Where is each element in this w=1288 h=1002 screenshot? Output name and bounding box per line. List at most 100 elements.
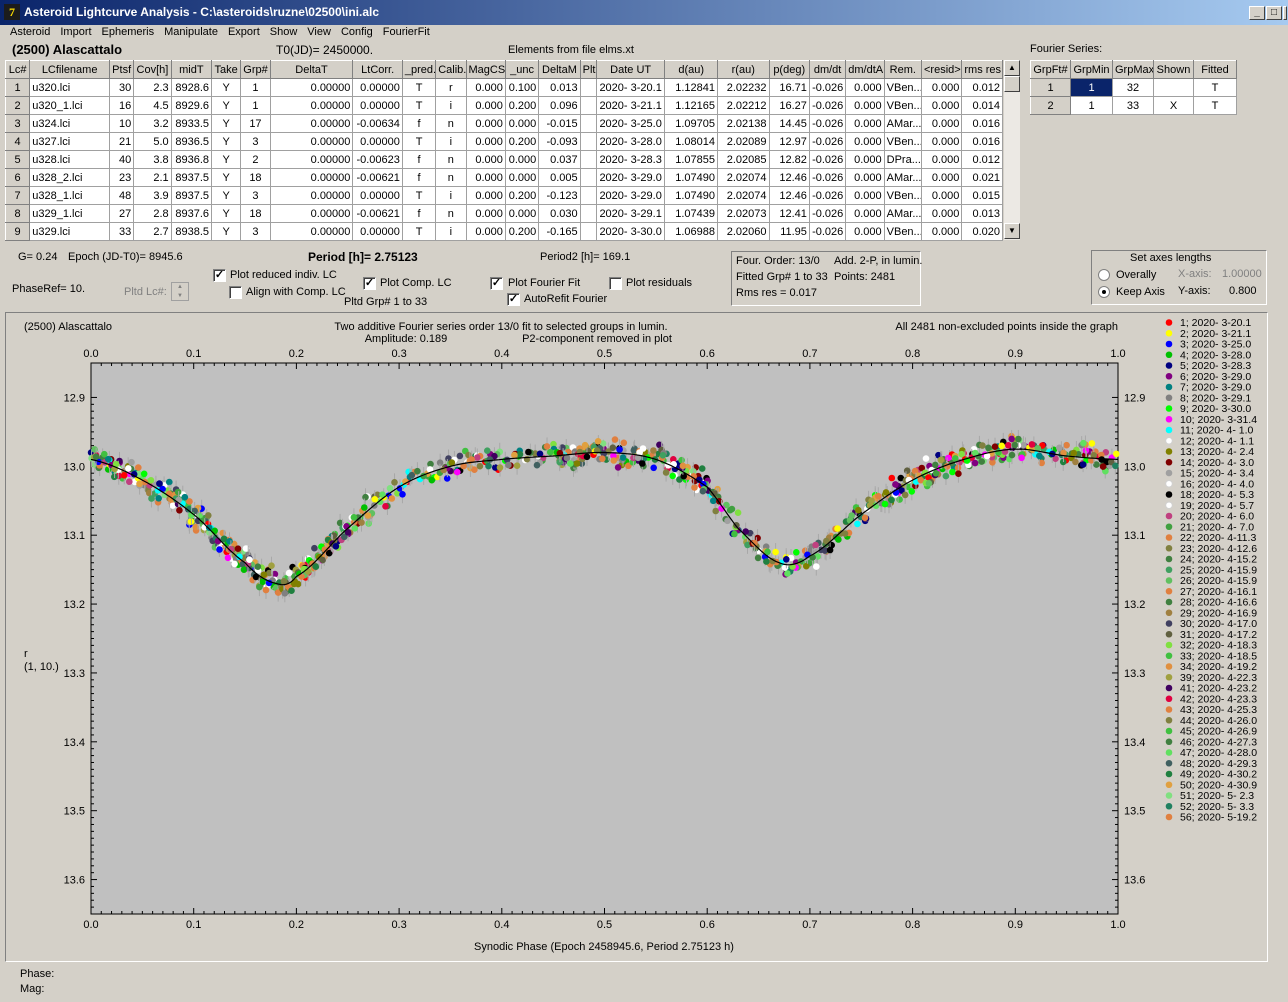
table-cell[interactable]: 0.012 [961,78,1003,97]
table-cell[interactable]: AMar... [883,204,923,223]
fourier-series-table[interactable]: GrpFt# GrpMin GrpMax Shown Fitted 1 1 32 T 2 1 33 X… [1030,60,1237,115]
table-cell[interactable]: 12.97 [768,132,810,151]
column-header[interactable]: _unc [504,60,540,79]
table-cell[interactable]: 0.00000 [269,132,354,151]
column-header[interactable]: DeltaT [269,60,354,79]
table-cell[interactable]: 0.013 [538,78,581,97]
table-cell[interactable]: 0.000 [465,132,506,151]
table-scrollbar[interactable]: ▲ ▼ [1003,60,1020,240]
table-cell[interactable]: 2 [240,150,271,169]
table-cell[interactable]: 0.000 [845,114,885,133]
table-cell[interactable]: 2020- 3-20.1 [595,78,666,97]
table-cell[interactable]: 0.000 [920,204,963,223]
table-cell[interactable]: 23 [109,168,135,187]
table-cell[interactable]: 16.71 [768,78,810,97]
table-cell[interactable]: n [435,204,467,223]
column-header[interactable]: DeltaM [538,60,581,79]
table-cell[interactable]: f [401,168,437,187]
fourier-cell[interactable]: 1 [1070,96,1113,115]
lightcurve-plot-area[interactable]: (2500) Alascattalo Two additive Fourier … [5,312,1268,962]
pltd-lc-spinner[interactable]: ▲ ▼ [171,282,189,301]
table-cell[interactable]: 5.0 [133,132,172,151]
column-header[interactable]: Rem. [883,60,923,79]
menu-show[interactable]: Show [265,25,303,38]
table-cell[interactable]: 4.5 [133,96,172,115]
table-cell[interactable]: 1.08014 [664,132,718,151]
table-cell[interactable]: 0.200 [504,222,540,241]
table-row[interactable]: 6 u328_2.lci 23 2.1 8937.5 Y 18 0.00000 -0.00621… [4,168,1003,187]
table-cell[interactable]: 33 [109,222,135,241]
table-cell[interactable]: 0.00000 [269,78,354,97]
column-header[interactable]: LtCorr. [352,60,403,79]
table-cell[interactable]: 12.41 [768,204,810,223]
fourier-column-header[interactable]: Shown [1153,60,1194,79]
table-cell[interactable]: 8929.6 [170,96,213,115]
table-cell[interactable]: 12.46 [768,168,810,187]
table-cell[interactable]: AMar... [883,168,923,187]
table-cell[interactable]: T [401,78,437,97]
column-header[interactable]: MagCS [465,60,506,79]
table-cell[interactable]: 0.000 [845,222,885,241]
table-cell[interactable]: 0.021 [961,168,1003,187]
table-cell[interactable]: Y [211,96,242,115]
table-cell[interactable]: 2.02074 [717,168,770,187]
table-cell[interactable]: 1.07490 [664,186,718,205]
menu-manipulate[interactable]: Manipulate [159,25,223,38]
table-cell[interactable]: u320_1.lci [29,96,111,115]
column-header[interactable]: midT [170,60,213,79]
table-cell[interactable]: 0.000 [504,168,540,187]
plot-fourier-checkbox[interactable]: ✓ [490,277,503,290]
menu-asteroid[interactable]: Asteroid [0,25,55,38]
table-cell[interactable]: -0.00623 [352,150,403,169]
table-cell[interactable]: 2020- 3-29.0 [595,168,666,187]
table-cell[interactable]: -0.123 [538,186,581,205]
table-cell[interactable]: 2020- 3-29.1 [595,204,666,223]
table-cell[interactable]: T [401,222,437,241]
table-cell[interactable]: VBen... [883,96,923,115]
table-row[interactable]: 4 u327.lci 21 5.0 8936.5 Y 3 0.00000 0.00000 Ti 0.… [4,132,1003,151]
column-header[interactable]: Take [211,60,242,79]
table-cell[interactable]: 0.000 [465,186,506,205]
table-cell[interactable]: 12.82 [768,150,810,169]
row-number[interactable]: 5 [4,150,31,169]
row-number[interactable]: 3 [4,114,31,133]
table-cell[interactable]: 0.000 [920,132,963,151]
table-cell[interactable]: 0.000 [920,186,963,205]
table-cell[interactable]: 0.000 [845,150,885,169]
table-cell[interactable]: 2020- 3-28.3 [595,150,666,169]
scroll-down-icon[interactable]: ▼ [1004,223,1020,239]
table-cell[interactable]: -0.026 [808,114,847,133]
table-cell[interactable]: 27 [109,204,135,223]
table-cell[interactable]: 2.3 [133,78,172,97]
table-cell[interactable]: 2.02074 [717,186,770,205]
table-cell[interactable]: 2.8 [133,204,172,223]
table-cell[interactable]: 0.000 [504,150,540,169]
table-cell[interactable]: 0.020 [961,222,1003,241]
table-cell[interactable]: 0.100 [504,78,540,97]
table-cell[interactable]: 0.000 [465,150,506,169]
table-cell[interactable]: -0.026 [808,204,847,223]
table-cell[interactable]: 8933.5 [170,114,213,133]
table-cell[interactable]: Y [211,204,242,223]
column-header[interactable]: dm/dt [808,60,847,79]
table-cell[interactable]: 0.014 [961,96,1003,115]
table-cell[interactable] [579,78,597,97]
table-cell[interactable]: 16.27 [768,96,810,115]
fourier-row[interactable]: 1 1 32 T [1030,78,1237,97]
table-cell[interactable]: 48 [109,186,135,205]
minimize-button[interactable]: _ [1249,6,1265,20]
row-number[interactable]: 4 [4,132,31,151]
table-cell[interactable]: -0.026 [808,222,847,241]
table-cell[interactable]: 0.096 [538,96,581,115]
table-cell[interactable]: 0.200 [504,186,540,205]
fourier-cell[interactable]: T [1193,78,1237,97]
column-header[interactable]: r(au) [717,60,770,79]
table-cell[interactable]: i [435,186,467,205]
overally-radio[interactable] [1098,269,1110,281]
column-header[interactable]: Grp# [240,60,271,79]
table-cell[interactable]: -0.026 [808,132,847,151]
fourier-cell[interactable]: 33 [1112,96,1154,115]
table-cell[interactable]: 2.1 [133,168,172,187]
column-header[interactable]: d(au) [664,60,718,79]
table-cell[interactable]: 0.005 [538,168,581,187]
